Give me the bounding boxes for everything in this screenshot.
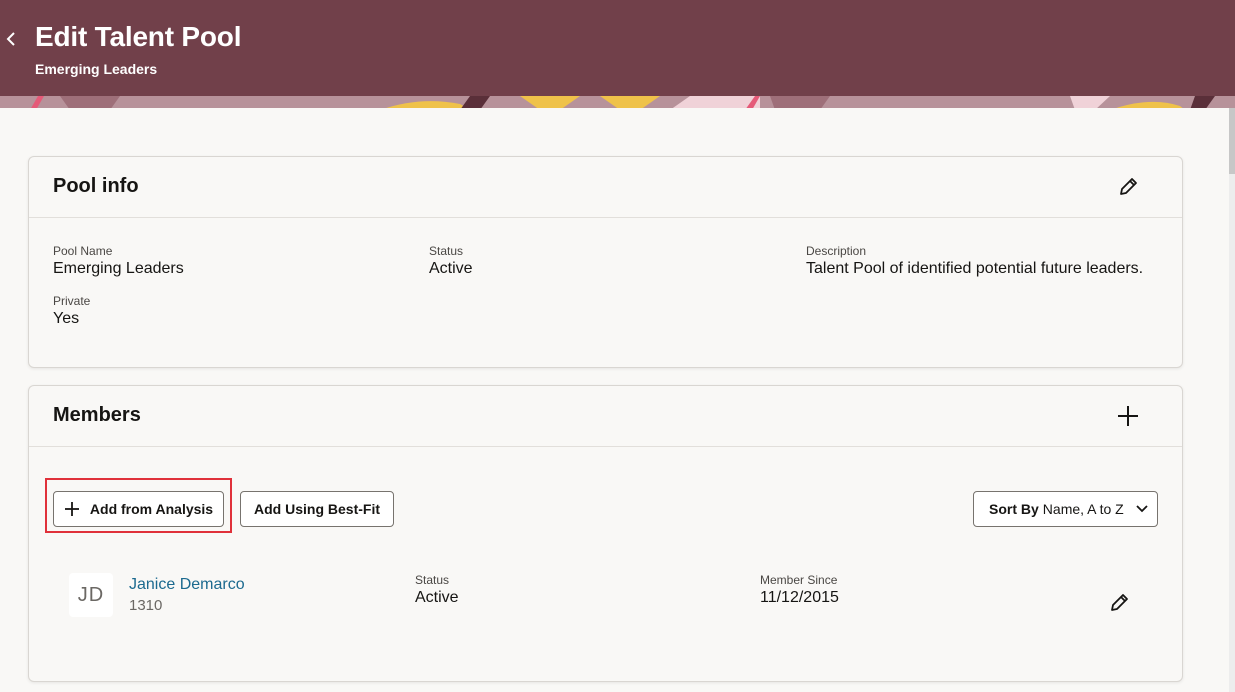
add-member-button[interactable] [1110, 398, 1146, 434]
add-using-best-fit-button[interactable]: Add Using Best-Fit [240, 491, 394, 527]
scrollbar-track[interactable] [1229, 108, 1235, 692]
members-title: Members [53, 404, 141, 426]
chevron-down-icon [1136, 505, 1148, 513]
members-header: Members [29, 386, 1182, 447]
sort-by-select[interactable]: Sort By Name, A to Z [973, 491, 1158, 527]
add-from-analysis-label: Add from Analysis [89, 501, 214, 517]
status-value: Active [429, 260, 473, 277]
private-label: Private [53, 294, 91, 308]
page-header: Edit Talent Pool Emerging Leaders [0, 0, 1235, 96]
sort-by-label: Sort By [989, 501, 1039, 517]
pencil-icon [1120, 178, 1137, 195]
edit-pool-info-button[interactable] [1110, 169, 1146, 205]
pool-name-value: Emerging Leaders [53, 260, 184, 277]
description-label: Description [806, 244, 867, 258]
page-title: Edit Talent Pool [35, 21, 242, 52]
add-using-best-fit-label: Add Using Best-Fit [254, 501, 380, 517]
page-subtitle: Emerging Leaders [35, 61, 158, 77]
member-name-link[interactable]: Janice Demarco [129, 576, 245, 594]
member-id: 1310 [129, 597, 163, 614]
member-status-label: Status [415, 573, 450, 587]
plus-icon [1118, 406, 1138, 426]
pool-info-title: Pool info [53, 175, 139, 197]
members-card: Members [28, 385, 1183, 682]
avatar: JD [69, 573, 113, 617]
chevron-left-icon [6, 32, 15, 46]
pool-info-card: Pool info Pool Name Emerging Leaders Sta… [28, 156, 1183, 368]
pool-info-header: Pool info [29, 157, 1182, 218]
member-status-value: Active [415, 589, 459, 606]
status-label: Status [429, 244, 464, 258]
scrollbar-thumb[interactable] [1229, 108, 1235, 174]
pool-name-label: Pool Name [53, 244, 113, 258]
add-from-analysis-button[interactable]: Add from Analysis [53, 491, 224, 527]
member-since-value: 11/12/2015 [760, 589, 839, 606]
edit-member-button[interactable] [1101, 585, 1137, 621]
back-button[interactable] [0, 26, 22, 52]
member-since-label: Member Since [760, 573, 838, 587]
private-value: Yes [53, 310, 80, 327]
plus-icon [64, 502, 79, 516]
description-value: Talent Pool of identified potential futu… [806, 260, 1144, 277]
pencil-icon [1111, 594, 1128, 611]
sort-by-value: Name, A to Z [1042, 501, 1124, 517]
